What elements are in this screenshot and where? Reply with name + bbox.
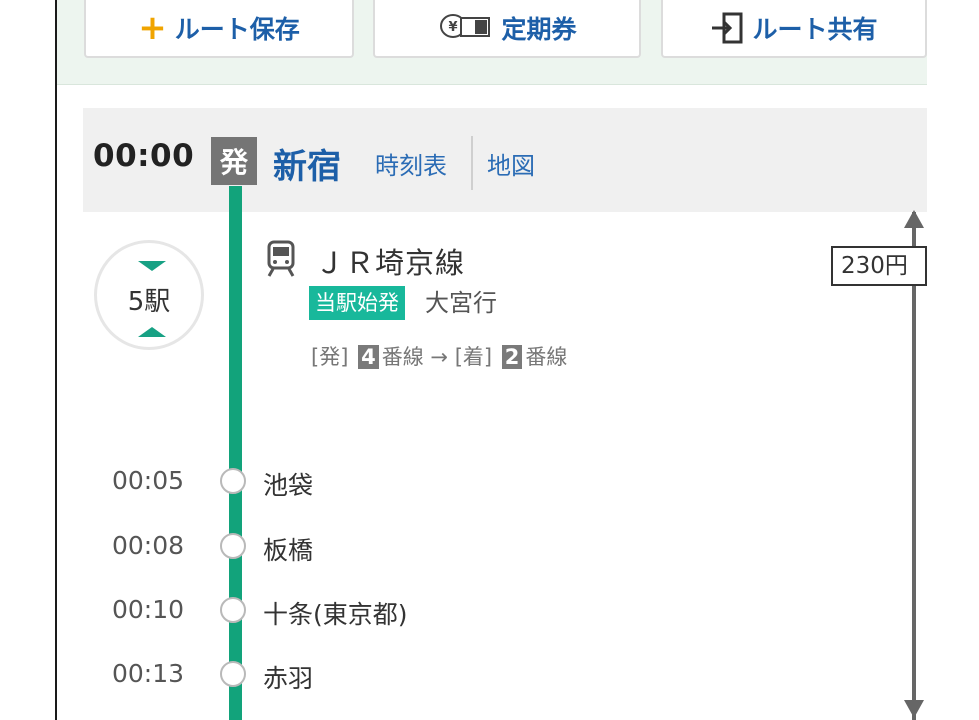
fare-range-arrow-down	[904, 700, 924, 718]
save-route-button[interactable]: + ルート保存	[84, 0, 354, 58]
stop-row[interactable]: 00:05 池袋	[57, 466, 657, 500]
fare-range-line	[912, 212, 916, 720]
save-route-label: ルート保存	[174, 15, 300, 44]
commuter-pass-label: 定期券	[501, 15, 577, 44]
route-line	[229, 186, 242, 720]
platform-arr-number: 2	[501, 345, 523, 369]
fare-label: 230円	[831, 246, 927, 286]
share-route-label: ルート共有	[752, 15, 878, 44]
share-icon	[712, 12, 743, 44]
stop-marker	[220, 533, 246, 559]
route-detail-panel: + ルート保存 ¥ 定期券 ルート共有 00:00 発 新宿 時刻表 地図 5駅…	[55, 0, 927, 720]
platform-arrow: →	[430, 345, 448, 369]
stop-marker	[220, 468, 246, 494]
origin-badge: 当駅始発	[309, 286, 405, 320]
stop-count-toggle[interactable]: 5駅	[94, 240, 204, 350]
departure-badge: 発	[211, 137, 257, 185]
train-line-name[interactable]: ＪＲ埼京線	[315, 240, 465, 282]
stop-time: 00:10	[112, 595, 185, 624]
stop-time: 00:05	[112, 466, 185, 495]
share-route-button[interactable]: ルート共有	[661, 0, 927, 58]
departure-station[interactable]: 新宿	[273, 139, 341, 188]
platform-arr-suffix: 番線	[525, 345, 568, 369]
stop-name: 十条(東京都)	[263, 600, 408, 629]
timetable-link[interactable]: 時刻表	[375, 146, 447, 181]
action-toolbar: + ルート保存 ¥ 定期券 ルート共有	[57, 0, 927, 85]
plus-icon: +	[138, 8, 167, 48]
stop-marker	[220, 597, 246, 623]
stop-count: 5駅	[127, 287, 171, 317]
stop-marker	[220, 661, 246, 687]
svg-text:¥: ¥	[449, 20, 458, 35]
expand-down-icon	[138, 261, 166, 271]
yen-ticket-icon: ¥	[440, 14, 491, 38]
stop-row[interactable]: 00:08 板橋	[57, 531, 657, 565]
fare-range-arrow-up	[904, 210, 924, 228]
stop-name: 板橋	[263, 536, 314, 565]
stop-time: 00:08	[112, 531, 185, 560]
commuter-pass-button[interactable]: ¥ 定期券	[373, 0, 641, 58]
stop-time: 00:13	[112, 659, 185, 688]
train-icon	[267, 240, 295, 277]
stop-name: 赤羽	[263, 664, 314, 693]
platform-dep-suffix: 番線	[381, 345, 424, 369]
stop-row[interactable]: 00:10 十条(東京都)	[57, 595, 657, 629]
link-divider	[471, 136, 473, 190]
platform-dep-number: 4	[358, 345, 379, 369]
platform-dep-label: [発]	[311, 345, 349, 369]
collapse-up-icon	[138, 327, 166, 337]
train-destination: 大宮行	[425, 289, 497, 317]
platform-arr-label: [着]	[454, 345, 493, 369]
map-link[interactable]: 地図	[487, 146, 535, 181]
platform-info: [発] 4 番線 → [着] 2 番線	[311, 341, 567, 371]
stop-row[interactable]: 00:13 赤羽	[57, 659, 657, 693]
stop-name: 池袋	[263, 471, 314, 500]
departure-time: 00:00	[93, 138, 195, 174]
